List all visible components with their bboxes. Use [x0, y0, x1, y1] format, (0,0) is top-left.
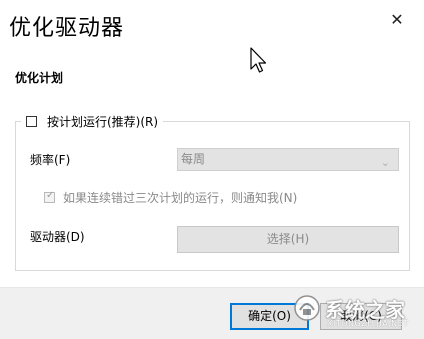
choose-drives-button[interactable]: 选择(H)	[177, 226, 399, 253]
watermark-subtext: XITONGZHIJIA.NET	[327, 319, 409, 328]
checkbox-box[interactable]	[26, 115, 37, 127]
drives-label: 驱动器(D)	[30, 230, 85, 244]
close-icon[interactable]: ✕	[389, 12, 405, 28]
frequency-value: 每周	[181, 152, 206, 166]
notify-label: 如果连续错过三次计划的运行，则通知我(N)	[63, 191, 298, 205]
notify-checkbox[interactable]: ✓ 如果连续错过三次计划的运行，则通知我(N)	[44, 189, 297, 206]
run-on-schedule-label: 按计划运行(推荐)(R)	[47, 114, 159, 129]
section-title: 优化计划	[15, 71, 64, 85]
frequency-label: 频率(F)	[30, 153, 71, 167]
chevron-down-icon: ⌄	[380, 156, 390, 169]
run-on-schedule-checkbox[interactable]: 按计划运行(推荐)(R)	[21, 110, 164, 132]
frequency-dropdown[interactable]: 每周 ⌄	[177, 148, 399, 171]
checkbox-checked-disabled[interactable]: ✓	[44, 190, 55, 203]
check-icon: ✓	[46, 190, 55, 201]
mouse-cursor-icon	[250, 47, 267, 73]
window-title: 优化驱动器	[9, 16, 125, 41]
watermark-logo-icon	[294, 295, 320, 321]
